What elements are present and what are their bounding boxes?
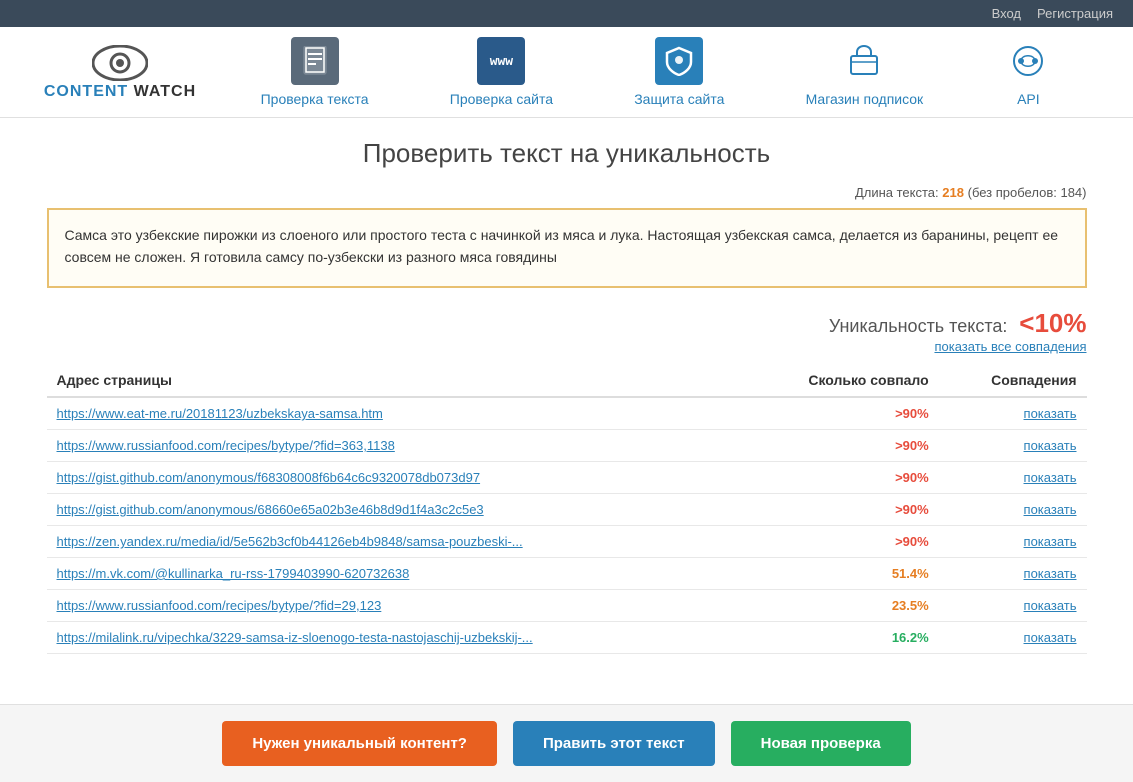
text-length: Длина текста: 218 (без пробелов: 184) [47,185,1087,200]
table-row: https://www.russianfood.com/recipes/byty… [47,430,1087,462]
nav-check-site[interactable]: www Проверка сайта [450,37,553,107]
nav-check-text[interactable]: Проверка текста [261,37,369,107]
table-header: Адрес страницы Сколько совпало Совпадени… [47,364,1087,397]
check-site-icon: www [477,37,525,85]
api-icon [1004,37,1052,85]
result-url[interactable]: https://www.russianfood.com/recipes/byty… [57,438,395,453]
unique-content-button[interactable]: Нужен уникальный контент? [222,721,497,766]
edit-text-button[interactable]: Править этот текст [513,721,715,766]
show-match-link[interactable]: показать [1024,566,1077,581]
match-percentage: >90% [742,526,939,558]
uniqueness-value: <10% [1019,308,1086,338]
match-percentage: >90% [742,462,939,494]
result-url[interactable]: https://milalink.ru/vipechka/3229-samsa-… [57,630,533,645]
new-check-button[interactable]: Новая проверка [731,721,911,766]
logo[interactable]: CONTENT WATCH [40,43,200,101]
match-percentage: >90% [742,494,939,526]
result-url[interactable]: https://gist.github.com/anonymous/68660e… [57,502,484,517]
main-content: Проверить текст на уникальность Длина те… [17,118,1117,674]
bottom-bar: Нужен уникальный контент? Править этот т… [0,704,1133,782]
show-match-link[interactable]: показать [1024,438,1077,453]
text-input-box: Самса это узбекские пирожки из слоеного … [47,208,1087,288]
logo-text: CONTENT WATCH [44,83,196,101]
nav-shop[interactable]: Магазин подписок [806,37,924,107]
show-match-link[interactable]: показать [1024,406,1077,421]
table-row: https://milalink.ru/vipechka/3229-samsa-… [47,622,1087,654]
show-all-link[interactable]: показать все совпадения [934,339,1086,354]
table-row: https://www.russianfood.com/recipes/byty… [47,590,1087,622]
nav-api[interactable]: API [1004,37,1052,107]
register-link[interactable]: Регистрация [1037,6,1113,21]
uniqueness-row: Уникальность текста: <10% показать все с… [47,308,1087,354]
match-percentage: >90% [742,397,939,430]
show-match-link[interactable]: показать [1024,598,1077,613]
match-percentage: 16.2% [742,622,939,654]
text-length-value: 218 [942,185,964,200]
show-match-link[interactable]: показать [1024,470,1077,485]
page-title: Проверить текст на уникальность [47,138,1087,169]
result-url[interactable]: https://www.eat-me.ru/20181123/uzbekskay… [57,406,383,421]
col-address: Адрес страницы [47,364,742,397]
results-table: Адрес страницы Сколько совпало Совпадени… [47,364,1087,654]
result-url[interactable]: https://zen.yandex.ru/media/id/5e562b3cf… [57,534,523,549]
nav-protect-site[interactable]: Защита сайта [634,37,724,107]
main-nav: Проверка текста www Проверка сайта Защит… [220,37,1093,107]
table-row: https://gist.github.com/anonymous/f68308… [47,462,1087,494]
table-row: https://zen.yandex.ru/media/id/5e562b3cf… [47,526,1087,558]
result-url[interactable]: https://www.russianfood.com/recipes/byty… [57,598,382,613]
shop-icon [840,37,888,85]
table-row: https://m.vk.com/@kullinarka_ru-rss-1799… [47,558,1087,590]
top-bar: Вход Регистрация [0,0,1133,27]
login-link[interactable]: Вход [992,6,1021,21]
match-percentage: 51.4% [742,558,939,590]
show-match-link[interactable]: показать [1024,534,1077,549]
protect-site-icon [655,37,703,85]
col-matches: Сколько совпало [742,364,939,397]
table-row: https://www.eat-me.ru/20181123/uzbekskay… [47,397,1087,430]
uniqueness-label: Уникальность текста: <10% [829,308,1087,339]
match-percentage: >90% [742,430,939,462]
match-percentage: 23.5% [742,590,939,622]
table-row: https://gist.github.com/anonymous/68660e… [47,494,1087,526]
check-text-icon [291,37,339,85]
logo-icon [88,43,152,83]
show-match-link[interactable]: показать [1024,630,1077,645]
col-show: Совпадения [939,364,1087,397]
show-match-link[interactable]: показать [1024,502,1077,517]
result-url[interactable]: https://gist.github.com/anonymous/f68308… [57,470,481,485]
header: CONTENT WATCH Проверка текста www Провер… [0,27,1133,118]
result-url[interactable]: https://m.vk.com/@kullinarka_ru-rss-1799… [57,566,410,581]
